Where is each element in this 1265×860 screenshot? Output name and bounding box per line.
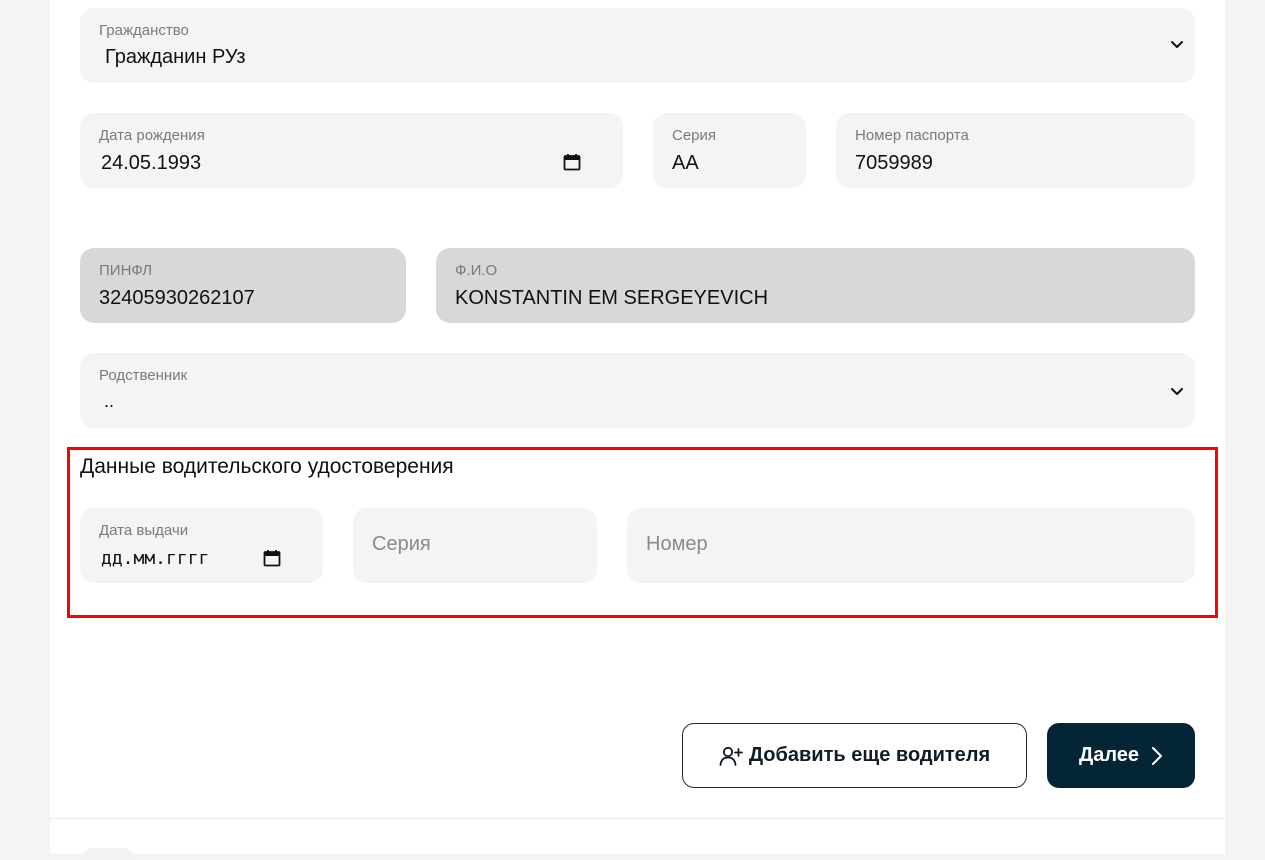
pinfl-value: 32405930262107: [99, 287, 255, 309]
pinfl-field: ПИНФЛ 32405930262107: [80, 248, 406, 323]
calendar-icon[interactable]: [563, 153, 581, 171]
pinfl-label: ПИНФЛ: [99, 262, 153, 279]
next-label: Далее: [1078, 744, 1140, 766]
passport-series-value: AA: [672, 152, 699, 174]
next-section-stub: [82, 848, 134, 860]
chevron-right-icon: [1152, 746, 1163, 765]
birth-date-field[interactable]: Дата рождения 24.05.1993: [80, 113, 623, 188]
add-driver-label: Добавить еще водителя: [748, 744, 991, 766]
relative-label: Родственник: [99, 367, 188, 384]
add-user-icon: [719, 746, 743, 766]
full-name-value: KONSTANTIN EM SERGEYEVICH: [455, 287, 769, 309]
passport-number-label: Номер паспорта: [855, 127, 969, 144]
next-button[interactable]: Далее: [1047, 723, 1195, 788]
passport-number-field[interactable]: Номер паспорта 7059989: [836, 113, 1195, 188]
citizenship-label: Гражданство: [99, 22, 189, 39]
citizenship-select[interactable]: Гражданство Гражданин РУз: [80, 8, 1195, 83]
full-name-label: Ф.И.О: [455, 262, 498, 279]
section-divider: [50, 818, 1225, 819]
birth-date-label: Дата рождения: [99, 127, 205, 144]
license-section-highlight: [67, 447, 1218, 618]
chevron-down-icon: [1171, 388, 1183, 395]
passport-series-field[interactable]: Серия AA: [653, 113, 806, 188]
add-driver-button[interactable]: Добавить еще водителя: [682, 723, 1027, 788]
citizenship-value: Гражданин РУз: [105, 46, 246, 68]
chevron-down-icon: [1171, 41, 1183, 48]
passport-number-value: 7059989: [855, 152, 933, 174]
passport-series-label: Серия: [672, 127, 717, 144]
birth-date-value: 24.05.1993: [101, 152, 202, 174]
relative-select[interactable]: Родственник ..: [80, 353, 1195, 428]
relative-value: ..: [104, 391, 115, 411]
full-name-field: Ф.И.О KONSTANTIN EM SERGEYEVICH: [436, 248, 1195, 323]
